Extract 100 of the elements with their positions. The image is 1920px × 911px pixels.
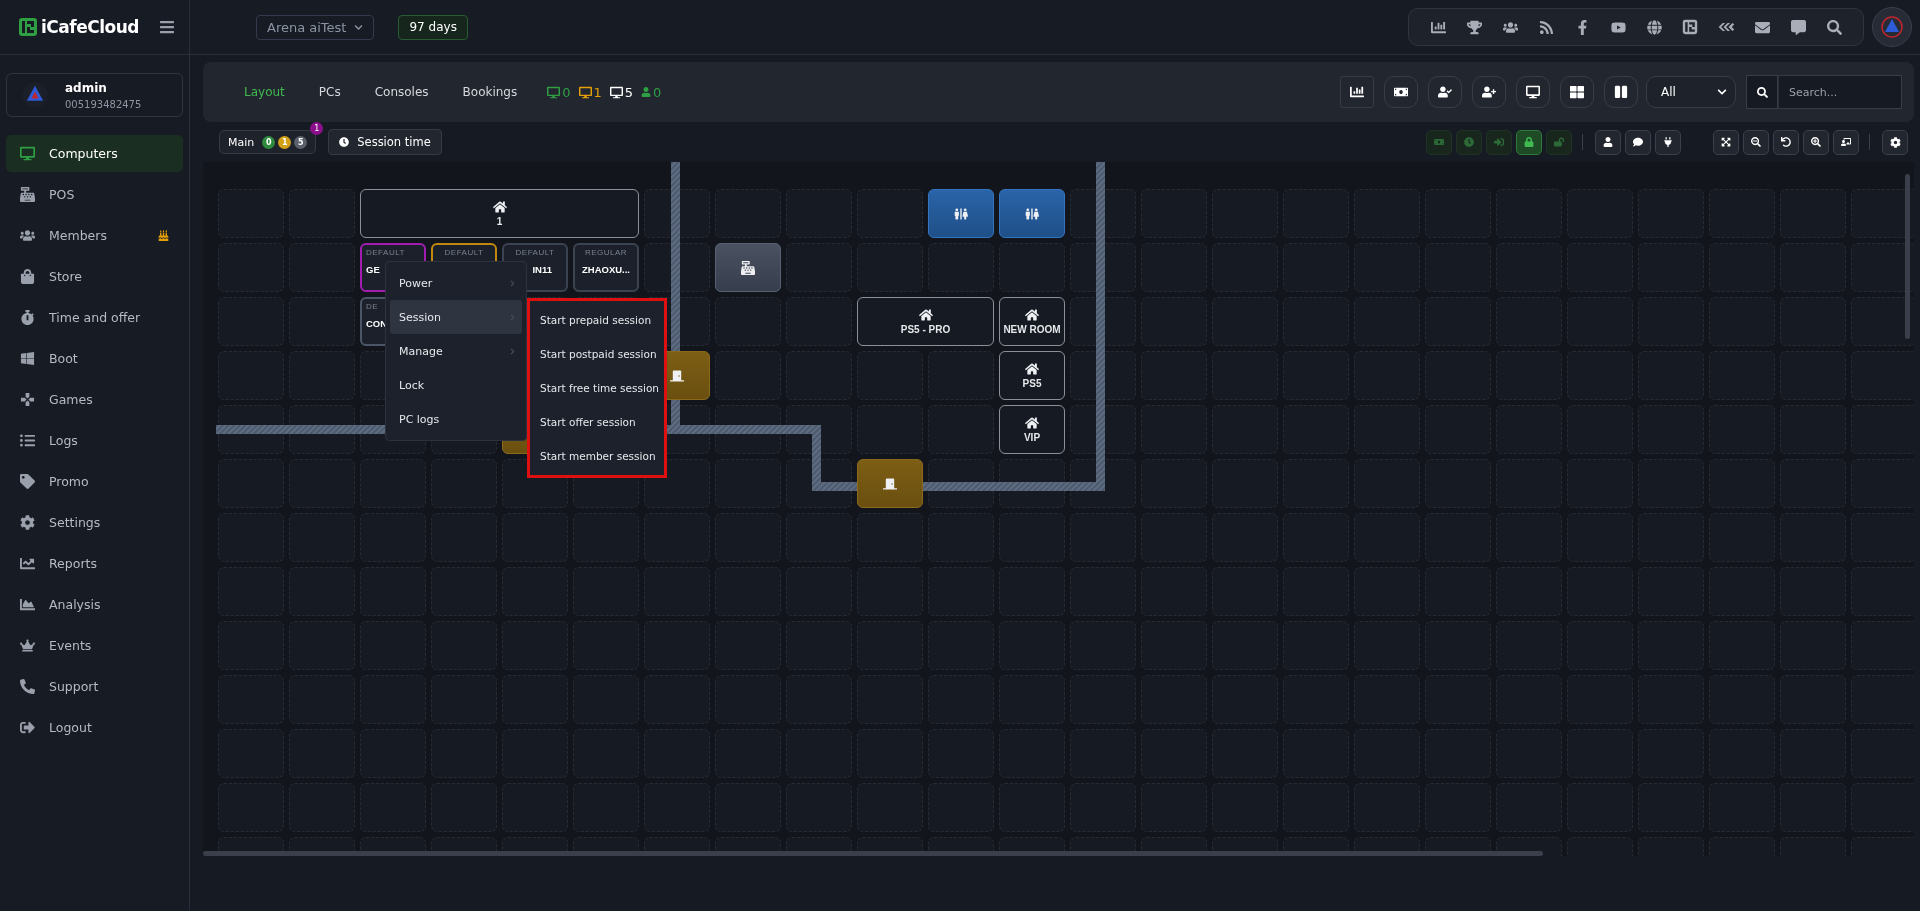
grid-cell — [1567, 513, 1633, 562]
grid-cell — [289, 189, 355, 238]
grid-cell — [644, 567, 710, 616]
grid-cell — [1283, 621, 1349, 670]
logo-icon — [18, 17, 38, 37]
sidebar-item[interactable]: Computers — [6, 135, 183, 172]
area-chart-icon — [20, 597, 35, 612]
session-time-button[interactable]: Session time — [328, 129, 442, 155]
scrollbar-thumb[interactable] — [1905, 174, 1910, 339]
room-tile[interactable]: PS5 — [999, 351, 1065, 400]
grid-cell — [1283, 405, 1349, 454]
grid-cell — [218, 675, 284, 724]
trophy-icon — [1466, 19, 1482, 35]
bar-chart-button[interactable] — [1340, 76, 1374, 108]
settings-icon — [1889, 136, 1901, 148]
grid-cell — [502, 783, 568, 832]
settings-button[interactable] — [1882, 129, 1908, 155]
reset-button[interactable] — [1773, 129, 1799, 155]
branch-dropdown[interactable]: Arena aiTest — [256, 14, 375, 40]
menu-item[interactable]: Start postpaid session — [530, 337, 664, 371]
menu-item[interactable]: Start member session — [530, 439, 664, 473]
chat-icon — [1633, 137, 1643, 147]
menu-item[interactable]: Session — [390, 300, 522, 334]
sidebar-item[interactable]: Logout — [6, 709, 183, 746]
lock-button[interactable] — [1516, 129, 1542, 155]
sidebar-item[interactable]: Boot — [6, 340, 183, 377]
presentation-button[interactable] — [1833, 129, 1859, 155]
undo-icon — [1781, 137, 1791, 147]
pc-tile[interactable]: REGULAR ZHAOXU... — [573, 243, 639, 292]
menu-icon[interactable] — [159, 19, 175, 35]
user-button[interactable] — [1595, 129, 1621, 155]
search-icon — [1746, 75, 1778, 109]
zoom-out-button[interactable] — [1743, 129, 1769, 155]
sidebar-item[interactable]: Settings — [6, 504, 183, 541]
sidebar-item[interactable]: Analysis — [6, 586, 183, 623]
clock-button[interactable] — [1456, 129, 1482, 155]
add-member-button[interactable] — [1428, 76, 1462, 108]
menu-item[interactable]: Start free time session — [530, 371, 664, 405]
search-field[interactable]: Search... — [1778, 75, 1902, 109]
sidebar-item[interactable]: Reports — [6, 545, 183, 582]
tab[interactable]: Consoles — [370, 81, 433, 103]
grid-cell — [1212, 783, 1278, 832]
grid-cell — [218, 243, 284, 292]
grid-cell — [786, 351, 852, 400]
grid-cell — [1425, 621, 1491, 670]
pc-name: GE — [365, 264, 380, 275]
grid-cell — [1496, 621, 1562, 670]
room-tile[interactable]: NEW ROOM — [999, 297, 1065, 346]
room-tab[interactable]: Main 0 1 5 — [219, 130, 317, 154]
grid-cell — [857, 675, 923, 724]
grid-cell — [289, 783, 355, 832]
layout-button[interactable] — [1560, 76, 1594, 108]
menu-item[interactable]: Start prepaid session — [530, 303, 664, 337]
avatar[interactable] — [1872, 7, 1912, 47]
sidebar-item[interactable]: Support — [6, 668, 183, 705]
grid-cell — [360, 621, 426, 670]
sidebar-item[interactable]: Games — [6, 381, 183, 418]
toilet-tile[interactable] — [999, 189, 1065, 238]
grid-cell — [502, 513, 568, 562]
money-button[interactable] — [1384, 76, 1418, 108]
sidebar-item[interactable]: Promo — [6, 463, 183, 500]
plug-button[interactable] — [1655, 129, 1681, 155]
sidebar-item[interactable]: Events — [6, 627, 183, 664]
user-card[interactable]: admin 005193482475 — [6, 73, 183, 117]
toilet-tile[interactable] — [928, 189, 994, 238]
avatar — [21, 81, 49, 109]
door-tile[interactable] — [857, 459, 923, 508]
room-tile[interactable]: PS5 - PRO — [857, 297, 994, 346]
chat-button[interactable] — [1625, 129, 1651, 155]
grid-cell — [218, 513, 284, 562]
grid-cell — [218, 729, 284, 778]
tab[interactable]: Layout — [240, 81, 289, 103]
grid-cell — [1780, 513, 1846, 562]
tab[interactable]: Bookings — [458, 81, 522, 103]
room-tile[interactable]: VIP — [999, 405, 1065, 454]
grid-cell — [1354, 243, 1420, 292]
menu-item[interactable]: Start offer session — [530, 405, 664, 439]
grid-cell — [857, 189, 923, 238]
sidebar-item[interactable]: Store — [6, 258, 183, 295]
pause-button[interactable] — [1604, 76, 1638, 108]
sidebar-item[interactable]: Time and offer — [6, 299, 183, 336]
tab[interactable]: PCs — [314, 81, 345, 103]
grid-cell — [999, 567, 1065, 616]
zoom-in-button[interactable] — [1803, 129, 1829, 155]
register-tile[interactable] — [715, 243, 781, 292]
add-user-button[interactable] — [1472, 76, 1506, 108]
sidebar-item[interactable]: Members — [6, 217, 183, 254]
grid-cell — [1780, 459, 1846, 508]
pc-group: REGULAR — [584, 248, 628, 257]
grid-cell — [573, 621, 639, 670]
bag-icon — [20, 269, 35, 284]
monitors-button[interactable] — [1516, 76, 1550, 108]
room-tile[interactable]: 1 — [360, 189, 639, 238]
scrollbar-thumb[interactable] — [203, 851, 1543, 856]
fit-button[interactable] — [1713, 129, 1739, 155]
sidebar-item[interactable]: Logs — [6, 422, 183, 459]
count-badge: 0 — [262, 135, 276, 149]
grid-cell — [502, 729, 568, 778]
sidebar-item[interactable]: POS — [6, 176, 183, 213]
filter-dropdown[interactable]: All — [1646, 76, 1736, 108]
